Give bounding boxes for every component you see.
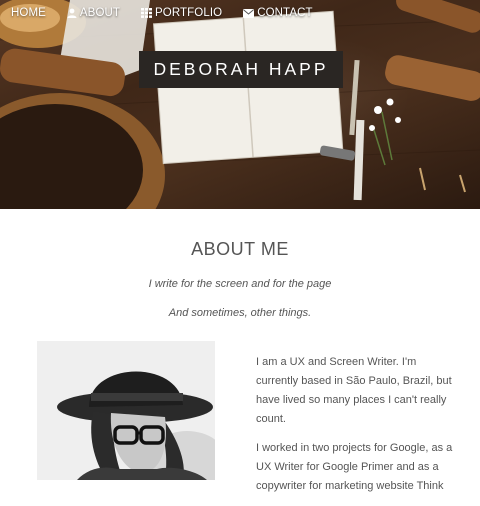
about-heading: ABOUT ME (191, 239, 289, 259)
nav-about-label: ABOUT (79, 7, 121, 19)
nav-home-label: HOME (11, 7, 46, 19)
hero-banner: HOME ABOUT PORTFOLIO CONTACT DEBORAH HAP… (0, 0, 480, 209)
about-tagline-2: And sometimes, other things. (168, 307, 312, 319)
envelope-icon (243, 8, 255, 18)
nav-home-link[interactable]: HOME (11, 7, 46, 19)
bio-text: I am a UX and Screen Writer. I'm current… (256, 353, 456, 506)
user-icon (67, 8, 77, 18)
bio-paragraph-1: I am a UX and Screen Writer. I'm current… (256, 356, 452, 425)
top-navigation: HOME ABOUT PORTFOLIO CONTACT (11, 7, 334, 19)
nav-about-link[interactable]: ABOUT (67, 7, 120, 19)
bio-paragraph-2: I worked in two projects for Google, as … (256, 442, 453, 492)
profile-photo (37, 341, 215, 480)
nav-portfolio-label: PORTFOLIO (155, 7, 223, 19)
nav-contact-link[interactable]: CONTACT (243, 7, 313, 19)
grid-icon (141, 8, 153, 18)
nav-portfolio-link[interactable]: PORTFOLIO (141, 7, 222, 19)
site-title[interactable]: DEBORAH HAPP (139, 51, 343, 88)
about-tagline-1: I write for the screen and for the page (148, 278, 332, 290)
hero-background-image (0, 0, 480, 209)
nav-contact-label: CONTACT (257, 7, 313, 19)
site-title-text: DEBORAH HAPP (153, 59, 329, 79)
